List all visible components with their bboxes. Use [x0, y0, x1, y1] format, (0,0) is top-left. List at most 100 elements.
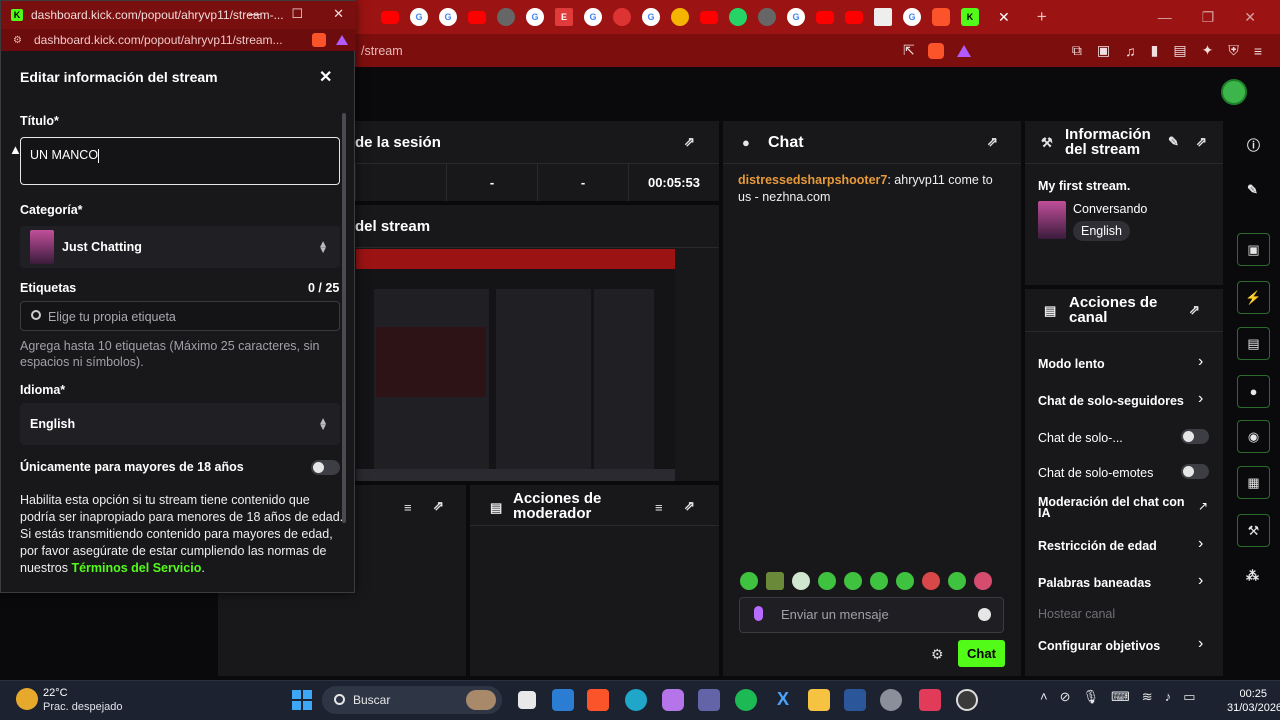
- google-tab-icon[interactable]: G: [584, 8, 602, 26]
- emote-icon[interactable]: [766, 572, 784, 590]
- edit-icon[interactable]: ✎: [1168, 134, 1179, 150]
- close-tab-icon[interactable]: ✕: [998, 9, 1010, 26]
- emote-icon[interactable]: [922, 572, 940, 590]
- screenshot-icon[interactable]: ▣: [1097, 42, 1110, 59]
- spotify-icon[interactable]: [735, 689, 757, 711]
- clock[interactable]: 00:25 31/03/2026: [1227, 687, 1280, 715]
- whatsapp-tab-icon[interactable]: [729, 8, 747, 26]
- generic-tab-icon[interactable]: [497, 8, 515, 26]
- youtube-tab-icon[interactable]: [381, 10, 399, 24]
- wifi-icon[interactable]: ≋: [1142, 689, 1153, 705]
- minimize-icon[interactable]: —: [248, 6, 261, 22]
- brave-rewards-icon[interactable]: [956, 44, 971, 57]
- popup-scrollbar[interactable]: [342, 113, 346, 523]
- app-icon[interactable]: [919, 689, 941, 711]
- site-settings-icon[interactable]: ⚙: [13, 35, 22, 46]
- emotes-only-toggle[interactable]: [1181, 464, 1209, 479]
- external-link-icon[interactable]: ↗: [1198, 499, 1208, 513]
- vpn-icon[interactable]: ⛨: [1228, 42, 1239, 59]
- brave-taskbar-icon[interactable]: [587, 689, 609, 711]
- copilot-icon[interactable]: [662, 689, 684, 711]
- subs-only-toggle[interactable]: [1181, 429, 1209, 444]
- drive-tab-icon[interactable]: [671, 8, 689, 26]
- rail-tools-button[interactable]: ⚒: [1237, 514, 1270, 547]
- maximize-icon[interactable]: ☐: [291, 6, 303, 22]
- emote-icon[interactable]: [974, 572, 992, 590]
- gear-icon[interactable]: ⚙: [931, 646, 944, 663]
- keyboard-icon[interactable]: ⌨: [1111, 689, 1130, 705]
- info-icon[interactable]: ⓘ: [1247, 135, 1260, 154]
- chevron-right-icon[interactable]: ›: [1198, 353, 1203, 371]
- action-goals[interactable]: Configurar objetivos: [1038, 639, 1160, 653]
- rail-broadcast-button[interactable]: ◉: [1237, 420, 1270, 453]
- chevron-right-icon[interactable]: ›: [1198, 390, 1203, 408]
- action-banned-words[interactable]: Palabras baneadas: [1038, 576, 1151, 590]
- rail-lightning-button[interactable]: ⚡: [1237, 281, 1270, 314]
- google-tab-icon[interactable]: G: [787, 8, 805, 26]
- chat-username[interactable]: distressedsharpshooter7: [738, 173, 887, 187]
- filter-icon[interactable]: ≡: [404, 500, 412, 515]
- popout-icon[interactable]: ⇗: [1189, 302, 1200, 318]
- category-select[interactable]: Just Chatting ▲ ▼: [20, 226, 340, 268]
- minimize-icon[interactable]: —: [1158, 9, 1172, 25]
- google-tab-icon[interactable]: G: [903, 8, 921, 26]
- tags-input[interactable]: Elige tu propia etiqueta: [20, 301, 340, 331]
- edge-icon[interactable]: [625, 689, 647, 711]
- teams-icon[interactable]: [698, 689, 720, 711]
- new-tab-icon[interactable]: +: [1037, 7, 1047, 27]
- generic-tab-icon[interactable]: [758, 8, 776, 26]
- microphone-icon[interactable]: [754, 606, 763, 621]
- battery-icon[interactable]: ▭: [1183, 689, 1195, 705]
- weather-desc[interactable]: Prac. despejado: [43, 701, 123, 713]
- chevron-right-icon[interactable]: ›: [1198, 572, 1203, 590]
- emoji-icon[interactable]: [978, 608, 991, 621]
- chevron-right-icon[interactable]: ›: [1198, 535, 1203, 553]
- google-tab-icon[interactable]: G: [526, 8, 544, 26]
- emote-icon[interactable]: [818, 572, 836, 590]
- gallery-tab-icon[interactable]: [874, 8, 892, 26]
- red-tab-icon[interactable]: [613, 8, 631, 26]
- network-off-icon[interactable]: ⊘: [1060, 689, 1071, 705]
- extensions-icon[interactable]: ⧉: [1072, 42, 1082, 59]
- more-apps-icon[interactable]: ⁂: [1246, 568, 1259, 584]
- maximize-icon[interactable]: ❐: [1202, 9, 1215, 26]
- youtube-tab-icon[interactable]: [816, 10, 834, 24]
- popout-icon[interactable]: ⇗: [1196, 134, 1207, 150]
- google-tab-icon[interactable]: G: [410, 8, 428, 26]
- youtube-tab-icon[interactable]: [845, 10, 863, 24]
- popout-icon[interactable]: ⇗: [684, 498, 695, 514]
- rail-scan-button[interactable]: ▣: [1237, 233, 1270, 266]
- action-slow-mode[interactable]: Modo lento: [1038, 357, 1105, 371]
- taskbar-search[interactable]: Buscar: [322, 686, 502, 714]
- stream-preview[interactable]: [356, 249, 675, 481]
- wallet-icon[interactable]: ▤: [1173, 42, 1186, 59]
- popout-icon[interactable]: ⇗: [433, 498, 444, 514]
- brave-rewards-icon[interactable]: [336, 35, 348, 45]
- chevron-up-icon[interactable]: ˄: [1040, 689, 1048, 705]
- title-input[interactable]: UN MANCO: [20, 137, 340, 185]
- explorer-icon[interactable]: [808, 689, 830, 711]
- obs-icon[interactable]: [956, 689, 978, 711]
- google-tab-icon[interactable]: G: [439, 8, 457, 26]
- emote-icon[interactable]: [844, 572, 862, 590]
- action-followers-only[interactable]: Chat de solo-seguidores: [1038, 394, 1184, 408]
- microphone-icon[interactable]: 🎙: [1083, 689, 1100, 705]
- task-view-icon[interactable]: [518, 691, 536, 709]
- emote-icon[interactable]: [740, 572, 758, 590]
- language-select[interactable]: English ▲ ▼: [20, 403, 340, 445]
- brave-shields-icon[interactable]: [927, 42, 944, 59]
- settings-icon[interactable]: [880, 689, 902, 711]
- e-tab-icon[interactable]: E: [555, 8, 573, 26]
- rail-chat-button[interactable]: ●: [1237, 375, 1270, 408]
- popup-address-bar[interactable]: ⚙ dashboard.kick.com/popout/ahryvp11/str…: [1, 29, 356, 51]
- adult-toggle[interactable]: [311, 460, 340, 475]
- leo-icon[interactable]: ✦: [1202, 42, 1214, 59]
- word-icon[interactable]: [844, 689, 866, 711]
- user-avatar[interactable]: [1221, 79, 1247, 105]
- rail-layout-button[interactable]: ▦: [1237, 466, 1270, 499]
- emote-icon[interactable]: [896, 572, 914, 590]
- emote-icon[interactable]: [870, 572, 888, 590]
- emote-icon[interactable]: [792, 572, 810, 590]
- sidebar-icon[interactable]: ▮: [1151, 42, 1159, 59]
- youtube-tab-icon[interactable]: [468, 10, 486, 24]
